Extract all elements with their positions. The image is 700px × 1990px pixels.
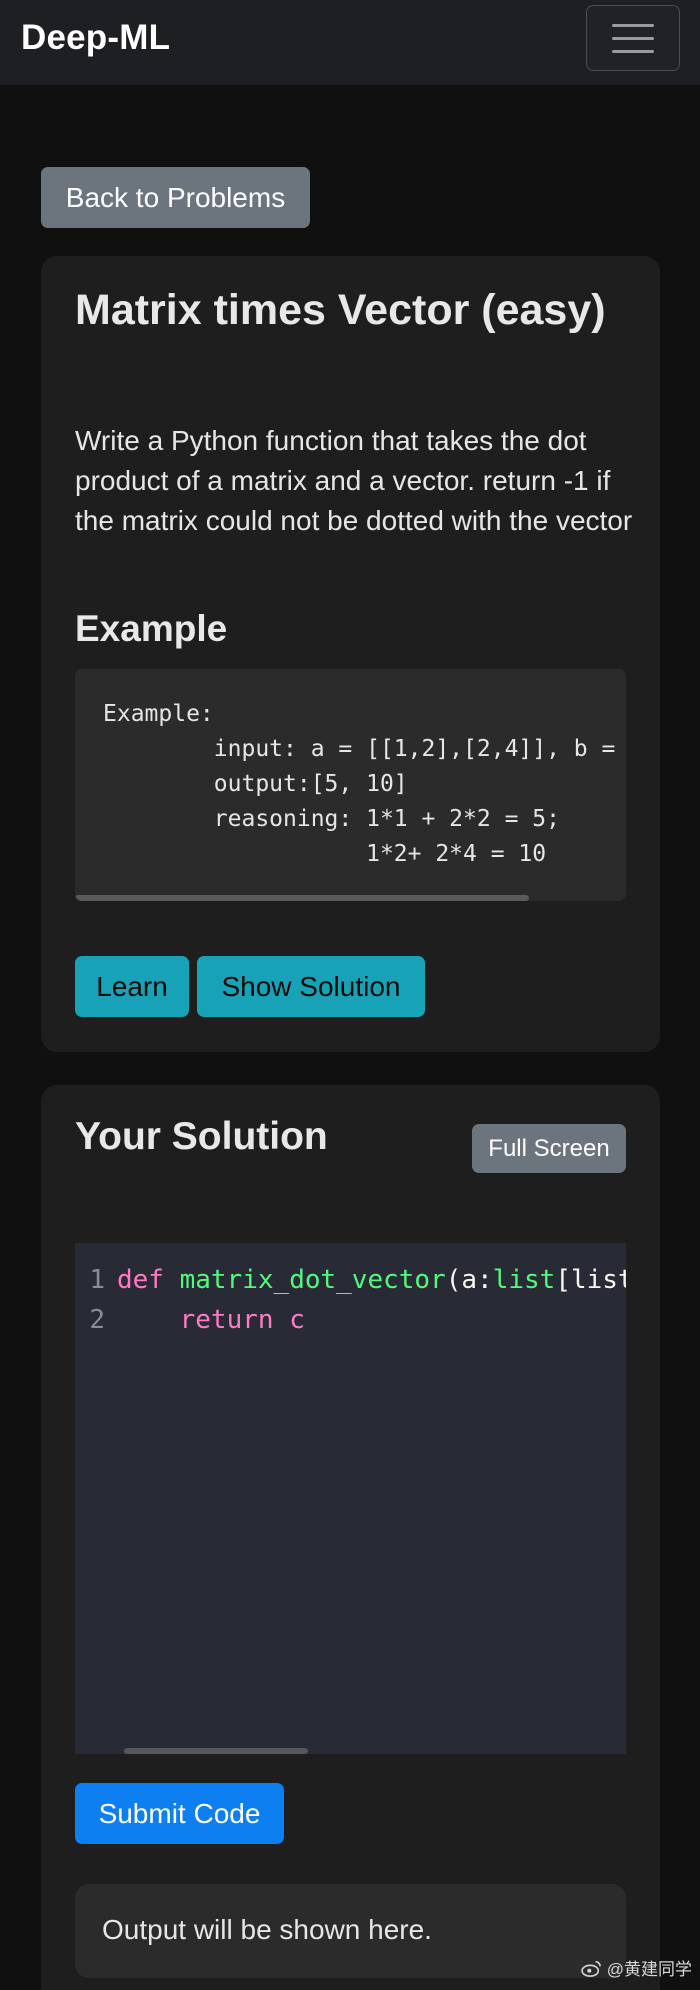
code-editor[interactable]: 1 def matrix_dot_vector(a:list[list[int|f…	[75, 1243, 626, 1754]
navbar-toggler-button[interactable]	[586, 5, 680, 71]
output-placeholder-text: Output will be shown here.	[102, 1914, 432, 1945]
learn-button[interactable]: Learn	[75, 956, 189, 1017]
hamburger-menu-icon-bar	[612, 36, 654, 40]
solution-card: Your Solution Full Screen 1 def matrix_do…	[41, 1085, 660, 1990]
line-number: 1	[89, 1265, 105, 1295]
code-token-variable: c	[289, 1305, 305, 1335]
code-token-keyword: def	[117, 1265, 164, 1295]
show-solution-button[interactable]: Show Solution	[197, 956, 425, 1017]
back-to-problems-button[interactable]: Back to Problems	[41, 167, 310, 228]
watermark-text: @黄建同学	[606, 1960, 692, 1979]
hamburger-menu-icon	[612, 23, 654, 27]
code-token-paren: (	[445, 1265, 462, 1295]
code-token-rest: [list[int|float]], b:list[int|float]) ->…	[555, 1265, 626, 1295]
weibo-icon	[581, 1960, 601, 1977]
code-token-type: list	[492, 1265, 556, 1295]
full-screen-button[interactable]: Full Screen	[472, 1124, 626, 1173]
editor-scrollbar[interactable]	[124, 1748, 308, 1754]
watermark: @黄建同学	[581, 1955, 692, 1980]
example-heading: Example	[75, 608, 228, 649]
code-line[interactable]: 1 def matrix_dot_vector(a:list[list[int|f…	[75, 1260, 626, 1300]
solution-title: Your Solution	[75, 1115, 328, 1158]
problem-title: Matrix times Vector (easy)	[75, 286, 606, 334]
brand-logo[interactable]: Deep-ML	[21, 18, 170, 58]
navbar: Deep-ML	[0, 0, 700, 85]
hamburger-menu-icon-bar	[612, 49, 654, 53]
submit-code-button[interactable]: Submit Code	[75, 1783, 284, 1844]
example-code-block[interactable]: Example: input: a = [[1,2],[2,4]], b = […	[75, 669, 626, 901]
code-token-function: matrix_dot_vector	[179, 1265, 446, 1295]
problem-card: Matrix times Vector (easy) Write a Pytho…	[41, 256, 660, 1052]
code-token-param: a	[461, 1265, 478, 1295]
code-token-colon: :	[477, 1265, 493, 1295]
code-token-keyword: return	[179, 1305, 274, 1335]
code-line[interactable]: 2 return c	[75, 1300, 305, 1340]
problem-description: Write a Python function that takes the d…	[75, 425, 633, 536]
example-code-scrollbar[interactable]	[75, 895, 529, 901]
line-number: 2	[89, 1305, 105, 1335]
output-panel: Output will be shown here.	[75, 1884, 626, 1978]
example-code-text: Example: input: a = [[1,2],[2,4]], b = […	[103, 701, 616, 867]
